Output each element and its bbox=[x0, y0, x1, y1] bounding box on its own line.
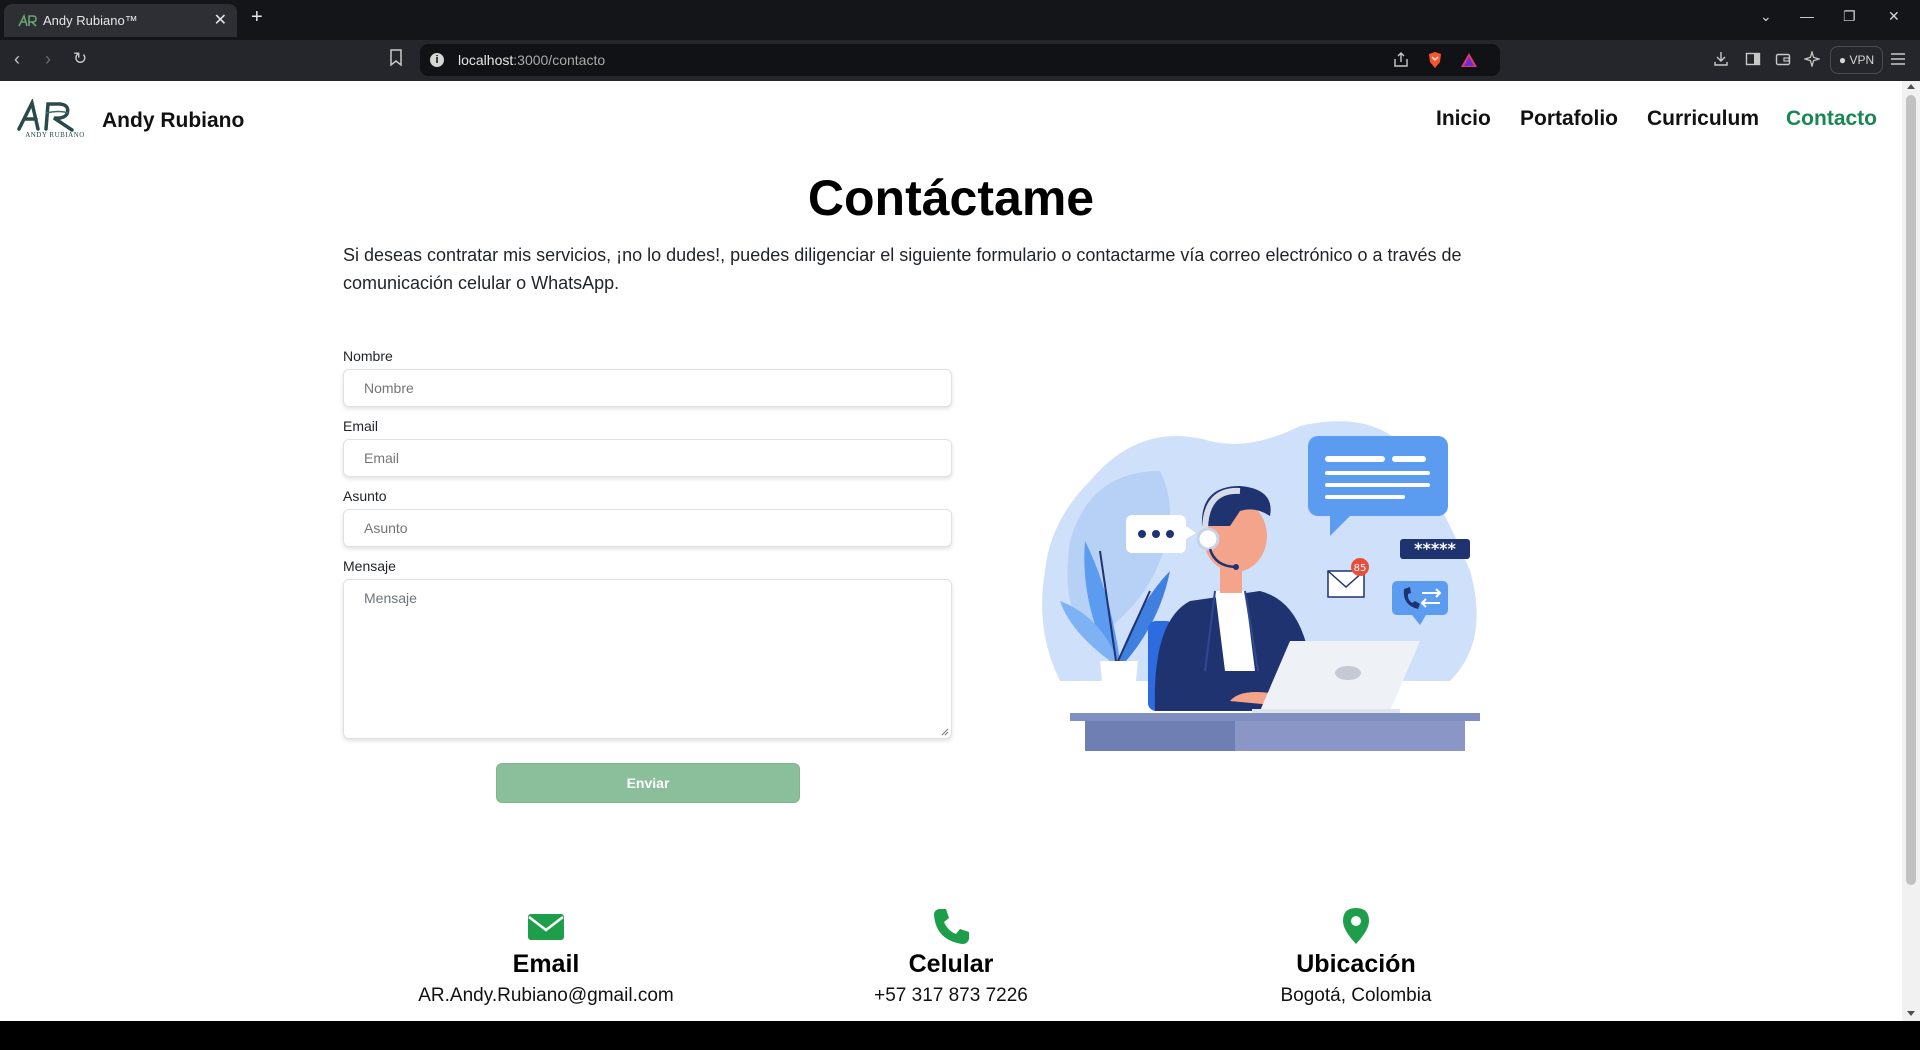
mensaje-textarea[interactable]: Mensaje bbox=[343, 579, 952, 739]
vpn-label: VPN bbox=[1849, 53, 1875, 67]
page-description: Si deseas contratar mis servicios, ¡no l… bbox=[343, 245, 1462, 293]
nav-link-inicio[interactable]: Inicio bbox=[1436, 107, 1491, 131]
brand-logo[interactable]: ANDY RUBIANO bbox=[16, 99, 94, 139]
contact-phone-title: Celular bbox=[908, 950, 994, 978]
submit-button[interactable]: Enviar bbox=[496, 763, 800, 803]
browser-tab-strip: Andy Rubiano™ ✕ + ⌄ — ❐ ✕ bbox=[0, 0, 1920, 40]
sidebar-icon[interactable] bbox=[1745, 51, 1761, 67]
nav-link-portafolio[interactable]: Portafolio bbox=[1520, 107, 1618, 131]
email-label: Email bbox=[343, 418, 379, 434]
brand-name[interactable]: Andy Rubiano bbox=[102, 109, 244, 133]
site-info-icon[interactable]: i bbox=[430, 53, 444, 67]
customer-support-illustration: ***** 85 bbox=[1042, 421, 1480, 751]
contact-email-block: Email AR.Andy.Rubiano@gmail.com bbox=[346, 906, 746, 1007]
vpn-status-icon: ● bbox=[1838, 53, 1847, 67]
asunto-input[interactable] bbox=[343, 509, 952, 547]
tab-favicon-icon bbox=[18, 14, 37, 27]
asunto-label: Asunto bbox=[343, 488, 387, 504]
tab-list-chevron-icon[interactable]: ⌄ bbox=[1760, 8, 1772, 25]
tab-close-icon[interactable]: ✕ bbox=[214, 10, 227, 30]
new-tab-button[interactable]: + bbox=[251, 6, 263, 29]
scroll-up-arrow-icon[interactable] bbox=[1907, 84, 1915, 89]
leo-ai-icon[interactable] bbox=[1804, 51, 1820, 67]
svg-text:85: 85 bbox=[1354, 563, 1367, 574]
close-window-button[interactable]: ✕ bbox=[1888, 8, 1900, 25]
browser-menu-icon[interactable] bbox=[1891, 53, 1905, 65]
forward-button[interactable]: › bbox=[45, 49, 51, 70]
vpn-button[interactable]: ● VPN bbox=[1830, 46, 1883, 74]
page-scrollbar[interactable] bbox=[1902, 81, 1920, 1021]
window-bottom-edge bbox=[0, 1021, 1920, 1050]
nombre-label: Nombre bbox=[343, 348, 393, 364]
location-pin-icon bbox=[1343, 908, 1369, 944]
mensaje-label: Mensaje bbox=[343, 558, 396, 574]
tab-title: Andy Rubiano™ bbox=[43, 13, 138, 28]
address-bar[interactable]: i localhost:3000/contacto bbox=[420, 44, 1500, 76]
contact-phone-block: Celular +57 317 873 7226 bbox=[751, 906, 1151, 1007]
back-button[interactable]: ‹ bbox=[14, 49, 20, 70]
envelope-icon bbox=[528, 914, 564, 940]
share-icon[interactable] bbox=[1392, 51, 1410, 69]
phone-icon bbox=[934, 909, 969, 944]
downloads-icon[interactable] bbox=[1713, 51, 1729, 67]
scroll-down-arrow-icon[interactable] bbox=[1907, 1011, 1915, 1016]
svg-text:*****: ***** bbox=[1414, 539, 1456, 558]
browser-tab[interactable]: Andy Rubiano™ ✕ bbox=[4, 4, 237, 37]
bookmark-icon[interactable] bbox=[389, 49, 403, 67]
svg-text:ANDY RUBIANO: ANDY RUBIANO bbox=[25, 131, 85, 139]
contact-email-value[interactable]: AR.Andy.Rubiano@gmail.com bbox=[346, 985, 746, 1007]
resize-grip-icon[interactable] bbox=[941, 728, 949, 736]
nav-link-curriculum[interactable]: Curriculum bbox=[1647, 107, 1759, 131]
scrollbar-thumb[interactable] bbox=[1906, 95, 1916, 885]
url-text[interactable]: localhost:3000/contacto bbox=[458, 52, 605, 68]
contact-location-value: Bogotá, Colombia bbox=[1280, 985, 1432, 1006]
email-input[interactable] bbox=[343, 439, 952, 477]
contact-location-block: Ubicación Bogotá, Colombia bbox=[1156, 906, 1556, 1007]
nav-link-contacto[interactable]: Contacto bbox=[1786, 107, 1877, 131]
page-viewport: ANDY RUBIANO Andy Rubiano Inicio Portafo… bbox=[0, 81, 1902, 1021]
page-title: Contáctame bbox=[807, 170, 1095, 226]
reload-button[interactable]: ↻ bbox=[73, 49, 87, 69]
nombre-input[interactable] bbox=[343, 369, 952, 407]
contact-phone-value[interactable]: +57 317 873 7226 bbox=[751, 985, 1151, 1007]
mensaje-placeholder: Mensaje bbox=[364, 590, 417, 606]
contact-email-title: Email bbox=[512, 950, 580, 978]
brave-shields-icon[interactable] bbox=[1426, 51, 1444, 69]
browser-toolbar: ‹ › ↻ i localhost:3000/contacto ● VPN bbox=[0, 40, 1920, 81]
brave-rewards-icon[interactable] bbox=[1460, 51, 1478, 69]
restore-button[interactable]: ❐ bbox=[1843, 8, 1856, 25]
contact-location-title: Ubicación bbox=[1296, 950, 1416, 978]
wallet-icon[interactable] bbox=[1775, 51, 1791, 67]
minimize-button[interactable]: — bbox=[1800, 8, 1814, 24]
